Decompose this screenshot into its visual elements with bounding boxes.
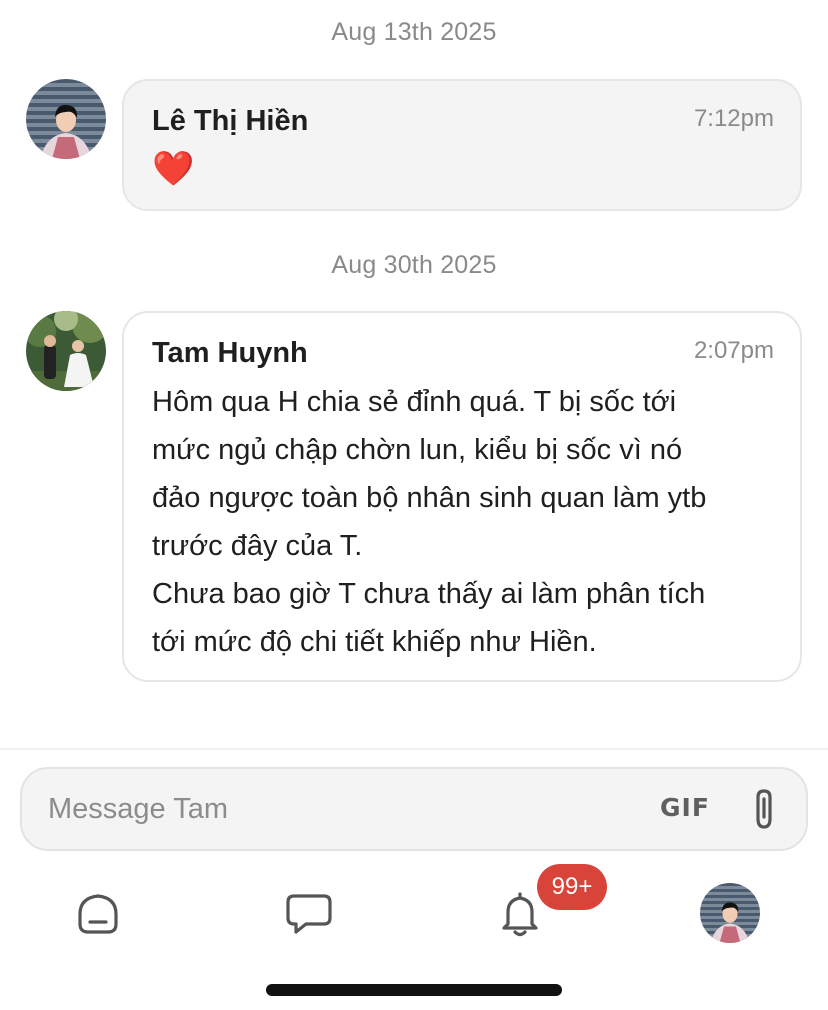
sender-name: Lê Thị Hiền	[152, 105, 309, 137]
home-indicator	[266, 984, 562, 996]
message-line: Hôm qua H chia sẻ đỉnh quá. T bị sốc tới	[152, 386, 677, 418]
chat-bubble-icon[interactable]	[286, 892, 332, 936]
message-time: 2:07pm	[693, 337, 774, 364]
message-line: Chưa bao giờ T chưa thấy ai làm phân tíc…	[152, 578, 706, 610]
date-separator: Aug 13th 2025	[331, 18, 497, 46]
message-text: ❤️	[152, 150, 195, 188]
avatar[interactable]	[26, 311, 106, 391]
profile-avatar[interactable]	[700, 883, 760, 943]
message-composer: GIF	[20, 767, 808, 851]
message-line: tới mức độ chi tiết khiếp như Hiền.	[152, 626, 597, 658]
paperclip-icon[interactable]	[750, 787, 780, 833]
message-line: trước đây của T.	[152, 530, 363, 562]
message-bubble[interactable]: Lê Thị Hiền 7:12pm ❤️	[122, 79, 802, 211]
gif-button[interactable]: GIF	[660, 793, 710, 822]
message-input[interactable]	[48, 787, 648, 831]
message-line: đảo ngược toàn bộ nhân sinh quan làm ytb	[152, 482, 707, 514]
home-icon[interactable]	[76, 892, 120, 936]
date-separator: Aug 30th 2025	[331, 251, 497, 279]
bell-icon[interactable]	[500, 890, 540, 938]
message-line: mức ngủ chập chờn lun, kiểu bị sốc vì nó	[152, 434, 683, 466]
message-time: 7:12pm	[693, 105, 774, 132]
notification-badge: 99+	[537, 864, 607, 910]
avatar[interactable]	[26, 79, 106, 159]
sender-name: Tam Huynh	[152, 337, 308, 369]
message-text: Hôm qua H chia sẻ đỉnh quá. T bị sốc tới…	[152, 378, 772, 666]
composer-divider	[0, 748, 828, 750]
message-bubble[interactable]: Tam Huynh 2:07pm Hôm qua H chia sẻ đỉnh …	[122, 311, 802, 682]
